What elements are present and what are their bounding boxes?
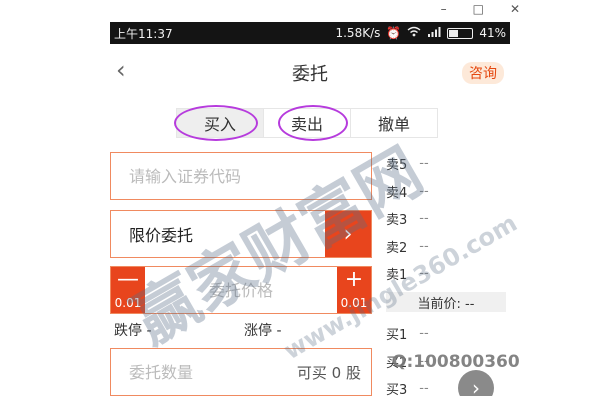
tab-cancel[interactable]: 撤单 xyxy=(350,109,437,137)
price-stepper: — 0.01 + 0.01 xyxy=(110,266,372,314)
level-label: 卖5 xyxy=(386,158,408,174)
order-book-row: 卖5 -- xyxy=(386,150,506,178)
watermark-qq: Q:100800360 xyxy=(392,352,520,372)
price-decrease-button[interactable]: — 0.01 xyxy=(111,267,145,313)
limit-down: 跌停 - xyxy=(114,323,152,339)
level-label: 买1 xyxy=(386,328,408,344)
plus-icon: + xyxy=(344,267,364,292)
decrease-step: 0.01 xyxy=(114,296,142,310)
increase-step: 0.01 xyxy=(340,296,368,310)
quantity-input[interactable] xyxy=(111,362,297,382)
level-label: 卖4 xyxy=(386,185,408,201)
order-book-row: 卖1 -- xyxy=(386,260,506,288)
level-value: -- xyxy=(419,238,429,254)
level-value: -- xyxy=(419,156,429,172)
order-book-row: 买1 -- xyxy=(386,320,506,348)
limit-up: 涨停 - xyxy=(244,323,282,339)
order-type-chevron-icon[interactable]: › xyxy=(325,211,371,257)
level-label: 卖1 xyxy=(386,268,408,284)
signal-icon xyxy=(427,26,441,40)
security-code-input[interactable] xyxy=(111,166,371,186)
wifi-icon xyxy=(407,26,421,40)
minus-icon: — xyxy=(116,267,139,292)
status-time: 上午11:37 xyxy=(114,26,173,41)
level-value: -- xyxy=(419,326,429,342)
order-book-row: 卖2 -- xyxy=(386,233,506,261)
battery-percent: 41% xyxy=(479,26,506,40)
tab-sell[interactable]: 卖出 xyxy=(263,109,350,137)
level-label: 卖2 xyxy=(386,240,408,256)
order-book: 卖5 -- 卖4 -- 卖3 -- 卖2 -- 卖1 -- 当前价: -- 买1 -- 买2… xyxy=(386,150,506,396)
price-input[interactable] xyxy=(144,280,338,300)
quantity-field: 可买 0 股 xyxy=(110,348,372,396)
window-controls: – □ ✕ xyxy=(441,0,520,18)
security-code-field xyxy=(110,152,372,200)
level-value: -- xyxy=(419,266,429,282)
order-type-select[interactable]: 限价委托 › xyxy=(110,210,372,258)
order-book-row: 卖4 -- xyxy=(386,178,506,206)
current-price: 当前价: -- xyxy=(386,292,506,312)
level-value: -- xyxy=(419,183,429,199)
order-book-row: 卖3 -- xyxy=(386,205,506,233)
app-header: ‹ 委托 咨询 xyxy=(110,44,510,100)
minimize-button[interactable]: – xyxy=(441,2,447,16)
level-value: -- xyxy=(419,211,429,227)
battery-icon xyxy=(447,27,474,39)
buyable-quantity: 可买 0 股 xyxy=(296,363,361,382)
level-label: 卖3 xyxy=(386,213,408,229)
price-increase-button[interactable]: + 0.01 xyxy=(337,267,372,313)
page-title: 委托 xyxy=(292,64,328,85)
order-type-label: 限价委托 xyxy=(129,226,194,245)
net-speed: 1.58K/s xyxy=(335,26,381,40)
level-label: 买3 xyxy=(386,383,408,396)
level-value: -- xyxy=(419,381,429,396)
sell-levels: 卖5 -- 卖4 -- 卖3 -- 卖2 -- 卖1 -- xyxy=(386,150,506,288)
status-bar: 上午11:37 1.58K/s ⏰ 41% xyxy=(110,22,510,44)
trade-tabs: 买入 卖出 撤单 xyxy=(176,108,438,138)
maximize-button[interactable]: □ xyxy=(473,2,484,16)
close-button[interactable]: ✕ xyxy=(510,2,520,16)
alarm-icon: ⏰ xyxy=(386,26,402,40)
consult-button[interactable]: 咨询 xyxy=(462,62,504,84)
tab-buy[interactable]: 买入 xyxy=(177,109,263,137)
